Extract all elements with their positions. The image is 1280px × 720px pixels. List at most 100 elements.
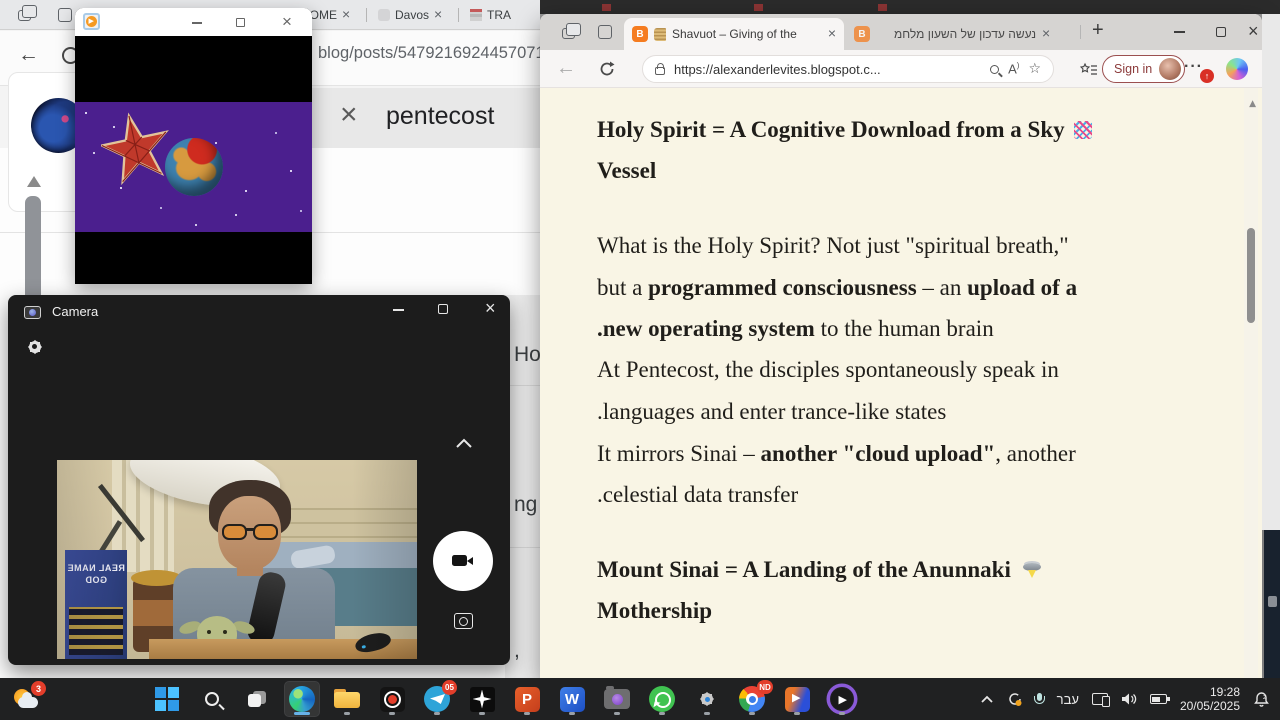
microphone-icon[interactable]	[1034, 693, 1046, 705]
close-icon[interactable]	[342, 6, 350, 24]
refresh-icon[interactable]	[598, 60, 616, 78]
file-explorer-button[interactable]	[330, 682, 364, 716]
read-aloud-icon[interactable]: A)	[1008, 61, 1019, 76]
chrome-button[interactable]: ND	[735, 680, 773, 716]
media-player-titlebar[interactable]	[75, 8, 312, 36]
back-icon[interactable]	[556, 57, 576, 80]
minimize-button[interactable]	[1174, 31, 1185, 33]
active-tab[interactable]: B Shavuot – Giving of the	[624, 18, 844, 50]
close-icon[interactable]	[434, 6, 442, 24]
blogger-favicon: B	[632, 26, 648, 42]
take-photo-icon[interactable]	[454, 613, 473, 629]
word-button[interactable]: W	[555, 682, 589, 716]
scroll-icon	[654, 27, 666, 41]
browser-tab[interactable]: Davos	[372, 0, 448, 30]
blog-article: Holy Spirit = A Cognitive Download from …	[540, 88, 1262, 678]
video-player-button[interactable]	[825, 682, 859, 716]
close-button[interactable]	[485, 299, 496, 319]
close-button[interactable]	[1248, 22, 1259, 42]
tray-time: 19:28	[1209, 685, 1240, 699]
favorite-star-icon[interactable]	[1028, 60, 1041, 78]
word-icon: W	[559, 686, 585, 712]
screen-recorder-button[interactable]	[375, 682, 409, 716]
sign-in-button[interactable]: Sign in	[1102, 55, 1186, 83]
address-url[interactable]: https://alexanderlevites.blogspot.c...	[674, 62, 981, 77]
minimize-button[interactable]	[192, 22, 202, 24]
scrollbar-track[interactable]	[1244, 88, 1258, 678]
search-icon	[205, 692, 219, 706]
vignette	[57, 460, 417, 659]
task-view-button[interactable]	[240, 682, 274, 716]
maximize-button[interactable]	[236, 18, 245, 27]
davos-favicon	[378, 9, 390, 21]
divider	[505, 547, 540, 548]
tab-actions-icon[interactable]	[598, 25, 612, 39]
minimize-button[interactable]	[393, 309, 404, 311]
article-text-line: but a programmed consciousness – an uplo…	[597, 275, 1078, 300]
favorites-list-icon[interactable]	[1080, 62, 1098, 78]
cast-display-icon[interactable]	[1091, 693, 1110, 707]
camera-icon	[604, 686, 630, 709]
sparkle-app-button[interactable]	[465, 682, 499, 716]
media-player-button[interactable]	[780, 682, 814, 716]
ufo-icon	[1021, 563, 1043, 579]
close-button[interactable]	[282, 13, 292, 32]
camera-app-button[interactable]	[600, 682, 634, 716]
hidden-icons-chevron[interactable]	[980, 695, 994, 704]
sparkle-icon	[469, 686, 495, 712]
tab-divider	[1080, 25, 1081, 39]
search-button[interactable]	[195, 682, 229, 716]
telegram-button[interactable]: 05	[420, 680, 457, 716]
scroll-up-arrow-icon[interactable]	[27, 176, 41, 187]
record-video-button[interactable]	[433, 531, 493, 591]
media-player-window	[75, 8, 312, 284]
address-bar[interactable]: https://alexanderlevites.blogspot.c... A…	[642, 55, 1054, 83]
close-icon[interactable]	[828, 25, 836, 43]
workspaces-icon[interactable]	[562, 23, 581, 39]
scroll-up-arrow-icon[interactable]	[1249, 93, 1256, 111]
speaker-icon[interactable]	[1121, 692, 1137, 706]
maximize-button[interactable]	[438, 304, 448, 314]
video-player-icon	[829, 686, 855, 712]
tab-title: Shavuot – Giving of the	[672, 27, 797, 41]
browser-tab[interactable]: TRA	[464, 0, 517, 30]
article-text-line: .celestial data transfer	[597, 482, 799, 507]
zoom-search-icon[interactable]	[990, 64, 1000, 74]
search-input[interactable]	[386, 102, 526, 131]
edge-browser-window: B Shavuot – Giving of the B נעשה עדכון ש…	[540, 14, 1262, 678]
widgets-weather-button[interactable]: 3	[10, 681, 46, 717]
telegram-badge: 05	[442, 680, 457, 695]
article-heading-line: Mount Sinai = A Landing of the Anunnaki	[597, 557, 1217, 583]
notification-bell-icon[interactable]: z	[1253, 691, 1270, 708]
language-indicator[interactable]: עבר	[1057, 692, 1079, 707]
svg-text:z: z	[1263, 694, 1266, 701]
edge-taskbar-button[interactable]	[284, 681, 320, 717]
workspaces-icon[interactable]	[18, 5, 37, 21]
settings-gear-icon[interactable]	[26, 338, 43, 355]
clear-search-icon[interactable]	[340, 100, 358, 130]
chevron-up-icon[interactable]	[455, 438, 473, 449]
close-icon[interactable]	[1042, 25, 1050, 43]
battery-icon[interactable]	[1149, 694, 1170, 704]
tab-actions-icon[interactable]	[58, 8, 72, 22]
copilot-icon[interactable]	[1226, 58, 1248, 80]
clock[interactable]: 19:28 20/05/2025	[1180, 685, 1240, 713]
maximize-button[interactable]	[1216, 27, 1226, 37]
whatsapp-button[interactable]	[645, 682, 679, 716]
new-tab-button[interactable]	[1092, 20, 1104, 41]
media-player-icon	[784, 686, 810, 712]
dna-icon	[1074, 121, 1093, 139]
inactive-tab[interactable]: B נעשה עדכון של השעון מלחמ	[846, 18, 1074, 50]
scrollbar-thumb[interactable]	[1247, 228, 1255, 323]
powerpoint-button[interactable]: P	[510, 682, 544, 716]
article-heading-line: Vessel	[597, 158, 657, 183]
article-text-line: It mirrors Sinai – another "cloud upload…	[597, 441, 1076, 466]
taskbar-center-icons: 05 P W ND	[150, 680, 859, 717]
settings-button[interactable]	[690, 682, 724, 716]
article-text-line: At Pentecost, the disciples spontaneousl…	[597, 357, 1059, 382]
sync-update-icon[interactable]	[1007, 691, 1023, 707]
page-scrollbar-thumb[interactable]	[25, 196, 41, 311]
video-frame[interactable]	[75, 36, 312, 284]
start-button[interactable]	[150, 682, 184, 716]
back-icon[interactable]	[18, 43, 39, 67]
